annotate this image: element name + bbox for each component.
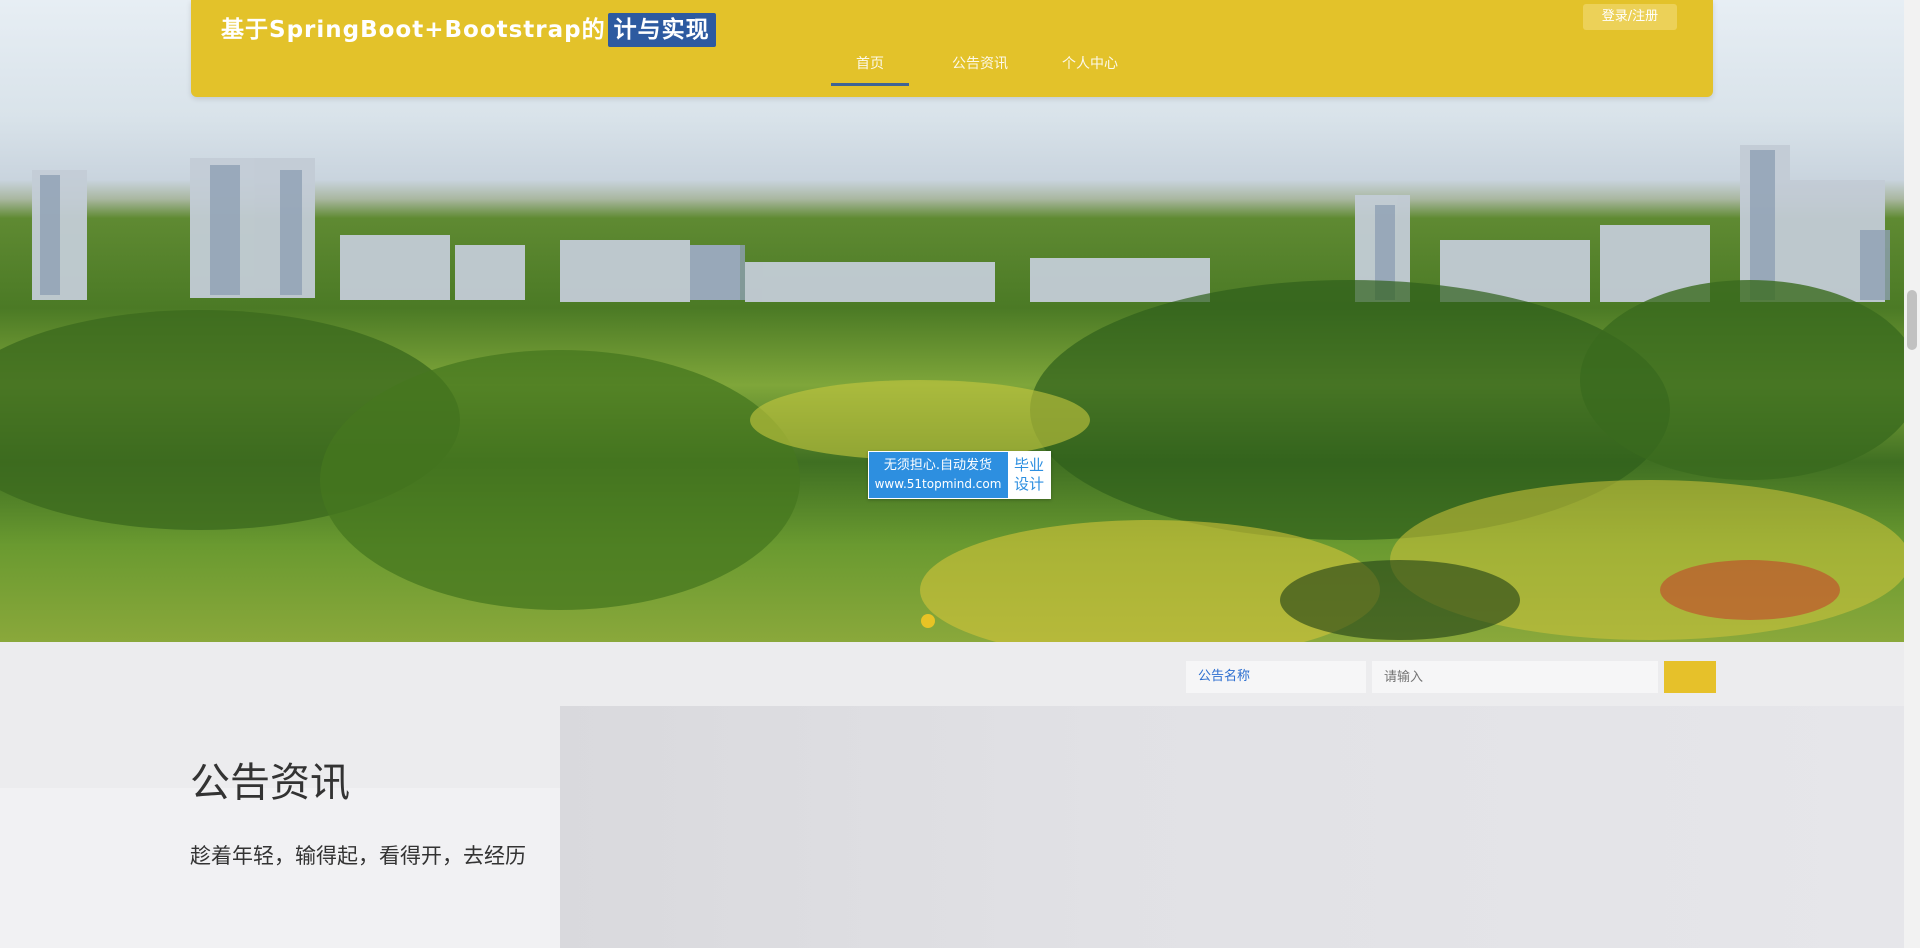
carousel-indicator[interactable]	[921, 614, 935, 628]
watermark-url: www.51topmind.com	[874, 477, 1002, 491]
page-scrollbar[interactable]	[1904, 0, 1920, 948]
site-title: 基于SpringBoot+Bootstrap的 计与实现	[221, 10, 716, 47]
search-input[interactable]	[1372, 661, 1658, 693]
watermark-tag: 毕业 设计	[1007, 452, 1050, 498]
nav-item-personal-center[interactable]: 个人中心	[1035, 52, 1145, 86]
site-title-highlight: 计与实现	[607, 13, 716, 47]
site-header: 基于SpringBoot+Bootstrap的 计与实现 登录/注册 首页 公告资…	[191, 0, 1713, 97]
search-bar: 公告名称	[1186, 661, 1716, 693]
main-nav: 首页 公告资讯 个人中心	[815, 52, 1145, 86]
news-item-excerpt	[190, 906, 1712, 948]
login-register-button[interactable]: 登录/注册	[1583, 4, 1677, 30]
watermark-line1: 无须担心.自动发货	[883, 458, 993, 473]
nav-item-announcements[interactable]: 公告资讯	[925, 52, 1035, 86]
watermark-tag-line2: 设计	[1013, 475, 1044, 493]
news-item-title[interactable]: 趁着年轻，输得起，看得开，去经历	[190, 840, 526, 870]
site-title-text: 基于SpringBoot+Bootstrap的	[221, 17, 606, 43]
watermark-tag-line1: 毕业	[1013, 456, 1044, 474]
nav-item-home[interactable]: 首页	[815, 52, 925, 86]
search-field-select[interactable]: 公告名称	[1186, 661, 1366, 693]
scrollbar-thumb[interactable]	[1907, 290, 1917, 350]
watermark-text: 无须担心.自动发货 www.51topmind.com	[869, 452, 1007, 498]
watermark-badge: 无须担心.自动发货 www.51topmind.com 毕业 设计	[868, 451, 1051, 499]
search-button[interactable]	[1664, 661, 1716, 693]
section-title: 公告资讯	[190, 760, 350, 806]
